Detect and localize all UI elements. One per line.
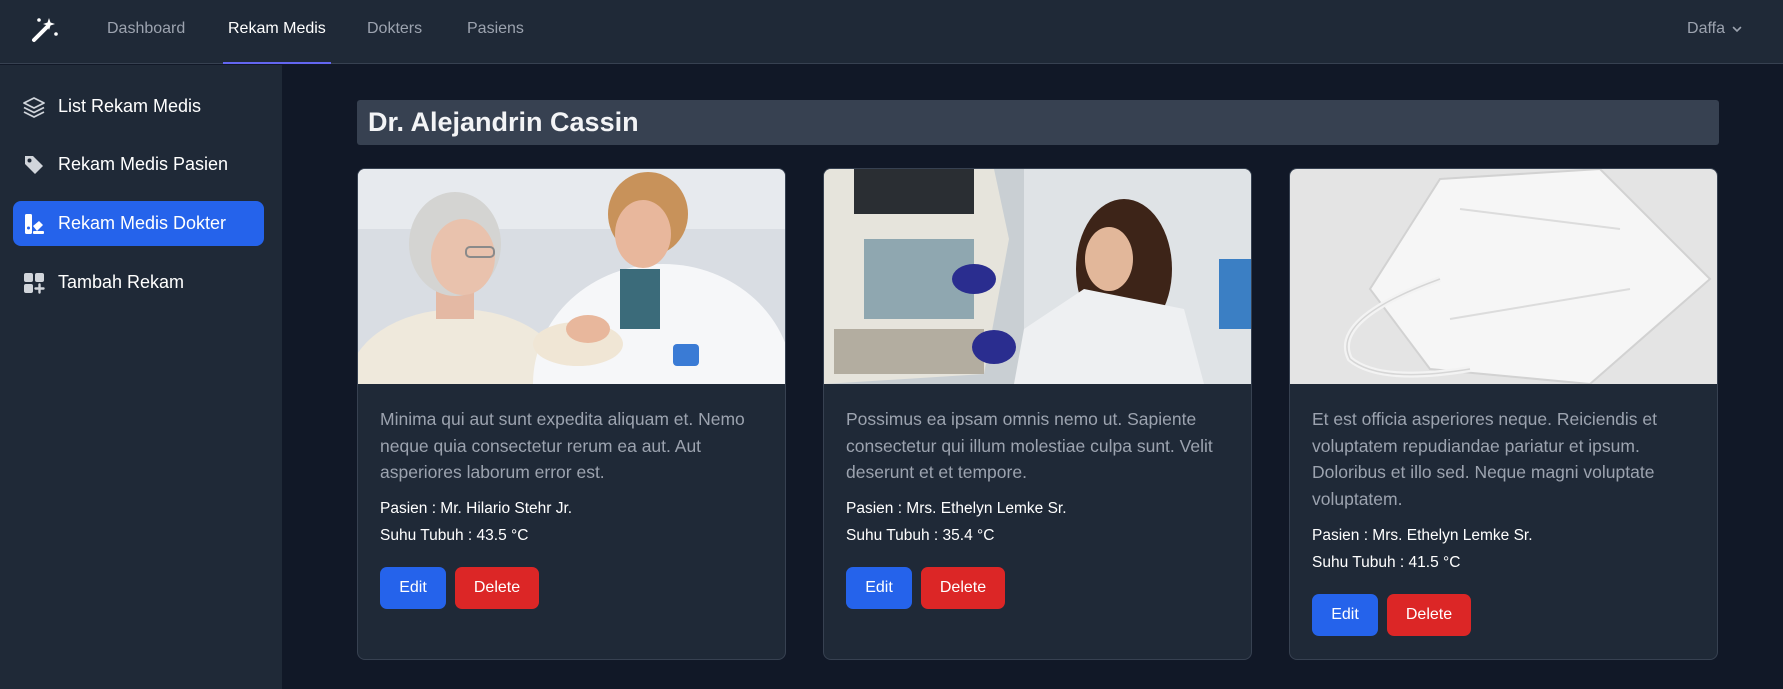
record-description: Et est officia asperiores neque. Reicien… <box>1312 409 1658 509</box>
delete-button[interactable]: Delete <box>1387 594 1471 636</box>
sidebar-item-label: Rekam Medis Pasien <box>58 154 229 174</box>
record-description: Minima qui aut sunt expedita aliquam et.… <box>380 409 745 482</box>
sidebar-item-label: Rekam Medis Dokter <box>58 213 227 233</box>
doctor-icon <box>25 214 44 234</box>
medical-record-card: Et est officia asperiores neque. Reicien… <box>1289 168 1718 660</box>
edit-button[interactable]: Edit <box>846 567 912 609</box>
medical-record-card: Possimus ea ipsam omnis nemo ut. Sapient… <box>823 168 1252 660</box>
edit-button[interactable]: Edit <box>1312 594 1378 636</box>
record-description: Possimus ea ipsam omnis nemo ut. Sapient… <box>846 409 1213 482</box>
sidebar-item-tambah-rekam[interactable]: Tambah Rekam <box>13 260 264 305</box>
delete-button[interactable]: Delete <box>921 567 1005 609</box>
body-temperature: Suhu Tubuh : 35.4 °C <box>846 527 995 544</box>
chevron-down-icon <box>1732 26 1742 33</box>
face-mask-photo <box>1290 169 1717 384</box>
top-navbar: Dashboard Rekam Medis Dokters Pasiens Da… <box>0 0 1783 64</box>
sidebar: List Rekam Medis Rekam Medis Pasien Reka… <box>0 65 282 689</box>
sidebar-item-label: Tambah Rekam <box>58 272 185 292</box>
nav-pasiens[interactable]: Pasiens <box>467 0 524 64</box>
body-temperature: Suhu Tubuh : 41.5 °C <box>1312 554 1461 571</box>
patient-name: Pasien : Mr. Hilario Stehr Jr. <box>380 500 573 517</box>
user-name: Daffa <box>1687 20 1725 37</box>
sidebar-item-list-rekam-medis[interactable]: List Rekam Medis <box>13 84 264 129</box>
doctor-name-heading: Dr. Alejandrin Cassin <box>357 100 1719 145</box>
tag-icon <box>25 156 43 174</box>
medical-record-card: Minima qui aut sunt expedita aliquam et.… <box>357 168 786 660</box>
patient-name: Pasien : Mrs. Ethelyn Lemke Sr. <box>846 500 1067 517</box>
body-temperature: Suhu Tubuh : 43.5 °C <box>380 527 529 544</box>
sidebar-item-rekam-medis-dokter[interactable]: Rekam Medis Dokter <box>13 201 264 246</box>
sidebar-item-label: List Rekam Medis <box>58 96 202 116</box>
doctor-patient-photo <box>358 169 785 384</box>
nav-dokters[interactable]: Dokters <box>367 0 422 64</box>
delete-button[interactable]: Delete <box>455 567 539 609</box>
sidebar-item-rekam-medis-pasien[interactable]: Rekam Medis Pasien <box>13 142 264 187</box>
patient-name: Pasien : Mrs. Ethelyn Lemke Sr. <box>1312 527 1533 544</box>
nav-rekam-medis[interactable]: Rekam Medis <box>223 0 331 64</box>
user-menu[interactable]: Daffa <box>1687 0 1743 58</box>
magic-wand-logo-icon[interactable] <box>30 14 60 44</box>
lab-researcher-photo <box>824 169 1251 384</box>
nav-dashboard[interactable]: Dashboard <box>107 0 185 64</box>
layers-icon <box>23 97 45 118</box>
grid-plus-icon <box>24 273 45 294</box>
edit-button[interactable]: Edit <box>380 567 446 609</box>
